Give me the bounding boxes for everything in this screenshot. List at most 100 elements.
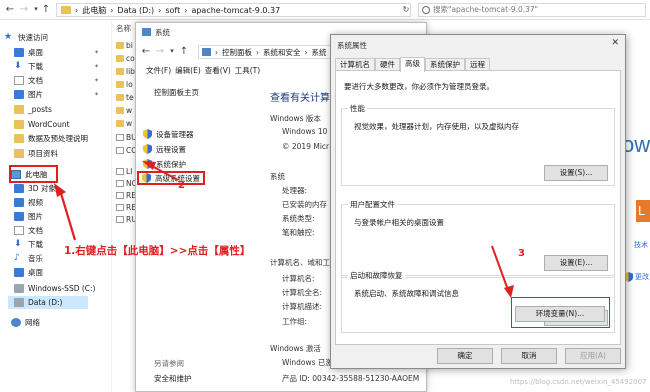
shield-icon: [143, 144, 152, 154]
folder-icon: [116, 81, 124, 88]
pin-icon: ✦: [94, 77, 100, 84]
close-icon[interactable]: ✕: [611, 38, 619, 48]
network-icon: [11, 318, 21, 327]
nav-documents[interactable]: 文档: [14, 74, 43, 87]
path-segment[interactable]: 此电脑: [82, 5, 106, 16]
workgroup-label: 工作组:: [282, 317, 308, 326]
folder-icon: [116, 107, 124, 114]
search-icon: [422, 6, 430, 14]
nav-drive-d[interactable]: Data (D:): [8, 296, 88, 309]
forward-arrow-icon[interactable]: →: [18, 3, 30, 16]
page-title: 查看有关计算: [270, 93, 330, 104]
cp-sidebar: 控制面板主页 设备管理器 远程设置 系统保护 高级系统设置 另请参阅 安全和维护: [136, 81, 258, 391]
security-maintenance-link[interactable]: 安全和维护: [154, 373, 192, 384]
computer-name-label: 计算机名:: [282, 274, 315, 283]
control-panel-home-link[interactable]: 控制面板主页: [154, 87, 199, 98]
file-icon: [116, 204, 124, 211]
folder-icon: [116, 120, 124, 127]
folder-icon: [116, 68, 124, 75]
nav-videos[interactable]: 视频: [14, 196, 43, 209]
ok-button[interactable]: 确定: [437, 348, 493, 364]
pictures-icon: [14, 212, 24, 221]
menu-tools[interactable]: 工具(T): [235, 65, 260, 76]
pen-touch-label: 笔和触控:: [282, 228, 315, 237]
pin-icon: ✦: [94, 49, 100, 56]
up-arrow-icon[interactable]: ↑: [178, 45, 190, 58]
nav-downloads[interactable]: ⬇ 下载: [14, 60, 43, 73]
system-protection-link[interactable]: 系统保护: [140, 157, 189, 171]
pictures-icon: [14, 90, 24, 99]
documents-icon: [14, 76, 24, 85]
nav-music[interactable]: ♪ 音乐: [14, 252, 43, 265]
explorer-nav-pane: ★ 快速访问 桌面 ✦ ⬇ 下载 ✦ 文档 ✦ 图片 ✦ _posts WordCo…: [0, 20, 112, 392]
nav-folder-posts[interactable]: _posts: [14, 103, 52, 116]
nav-folder-wordcount[interactable]: WordCount: [14, 118, 70, 131]
system-properties-dialog: 系统属性 ✕ 计算机名 硬件 高级 系统保护 远程 要进行大多数更改，你必须作为…: [330, 34, 626, 369]
nav-desktop-pc[interactable]: 桌面: [14, 266, 43, 279]
nav-3d-objects[interactable]: 3D 对象: [14, 182, 56, 195]
drive-icon: [14, 284, 24, 293]
edition-label: Windows 版本: [270, 114, 321, 123]
group-description: 视觉效果，处理器计划，内存使用，以及虚拟内存: [354, 122, 519, 131]
shield-icon: [143, 129, 152, 139]
cancel-button[interactable]: 取消: [501, 348, 557, 364]
back-arrow-icon[interactable]: ←: [4, 3, 16, 16]
annotation-step2: 2: [178, 180, 185, 191]
nav-pictures-pc[interactable]: 图片: [14, 210, 43, 223]
recent-chevron-icon[interactable]: ▾: [166, 45, 178, 58]
system-section-label: 系统: [270, 172, 285, 181]
desktop-icon: [14, 48, 24, 57]
folder-icon: [14, 134, 24, 143]
nav-network[interactable]: 网络: [11, 316, 40, 329]
refresh-icon[interactable]: ↻: [400, 3, 412, 16]
change-settings-link[interactable]: 更改: [624, 272, 649, 282]
nav-quick-access[interactable]: ★ 快速访问: [4, 31, 48, 44]
menu-file[interactable]: 文件(F): [146, 65, 171, 76]
tab-advanced[interactable]: 高级: [400, 57, 425, 72]
nav-desktop[interactable]: 桌面: [14, 46, 43, 59]
nav-folder-data[interactable]: 数据及预处理说明: [14, 132, 88, 145]
star-icon: ★: [4, 32, 13, 42]
path-segment[interactable]: apache-tomcat-9.0.37: [191, 6, 280, 15]
background-link[interactable]: 技术: [634, 240, 648, 250]
see-also-label: 另请参阅: [154, 359, 184, 368]
full-name-label: 计算机全名:: [282, 288, 323, 297]
nav-pictures[interactable]: 图片: [14, 88, 43, 101]
apply-button[interactable]: 应用(A): [565, 348, 621, 364]
nav-downloads-pc[interactable]: ⬇ 下载: [14, 238, 43, 251]
menu-edit[interactable]: 编辑(E): [175, 65, 201, 76]
music-icon: ♪: [14, 253, 20, 263]
path-segment[interactable]: 控制面板: [222, 47, 252, 58]
group-description: 与登录帐户相关的桌面设置: [354, 218, 444, 227]
advanced-system-settings-link[interactable]: 高级系统设置: [137, 171, 205, 185]
processor-label: 处理器:: [282, 186, 308, 195]
download-icon: ⬇: [14, 239, 22, 249]
path-segment[interactable]: 系统: [312, 47, 327, 58]
group-title: 启动和故障恢复: [348, 270, 405, 281]
performance-settings-button[interactable]: 设置(S)...: [544, 165, 608, 181]
path-segment[interactable]: 系统和安全: [263, 47, 301, 58]
device-manager-link[interactable]: 设备管理器: [140, 127, 197, 141]
performance-group: 性能 视觉效果，处理器计划，内存使用，以及虚拟内存 设置(S)...: [341, 103, 615, 186]
back-arrow-icon[interactable]: ←: [140, 45, 152, 58]
file-icon: [116, 147, 124, 154]
explorer-path[interactable]: › 此电脑 › Data (D:) › soft › apache-tomcat…: [56, 3, 411, 17]
nav-drive-c[interactable]: Windows-SSD (C:): [14, 282, 95, 295]
profile-settings-button[interactable]: 设置(E)...: [544, 255, 608, 271]
annotation-step3: 3: [518, 248, 525, 259]
folder-icon: [61, 6, 71, 14]
path-segment[interactable]: Data (D:): [117, 6, 154, 15]
environment-variables-button[interactable]: 环境变量(N)...: [515, 306, 605, 322]
forward-arrow-icon[interactable]: →: [154, 45, 166, 58]
explorer-search-input[interactable]: 搜索"apache-tomcat-9.0.37": [418, 3, 646, 17]
nav-documents-pc[interactable]: 文档: [14, 224, 43, 237]
menu-view[interactable]: 查看(V): [205, 65, 231, 76]
path-segment[interactable]: soft: [165, 6, 180, 15]
pin-icon: ✦: [94, 63, 100, 70]
up-arrow-icon[interactable]: ↑: [40, 3, 52, 16]
nav-folder-project[interactable]: 项目资料: [14, 147, 58, 160]
name-column-header[interactable]: 名称: [116, 23, 131, 34]
desktop-icon: [14, 268, 24, 277]
system-icon: [142, 28, 151, 36]
remote-settings-link[interactable]: 远程设置: [140, 142, 189, 156]
